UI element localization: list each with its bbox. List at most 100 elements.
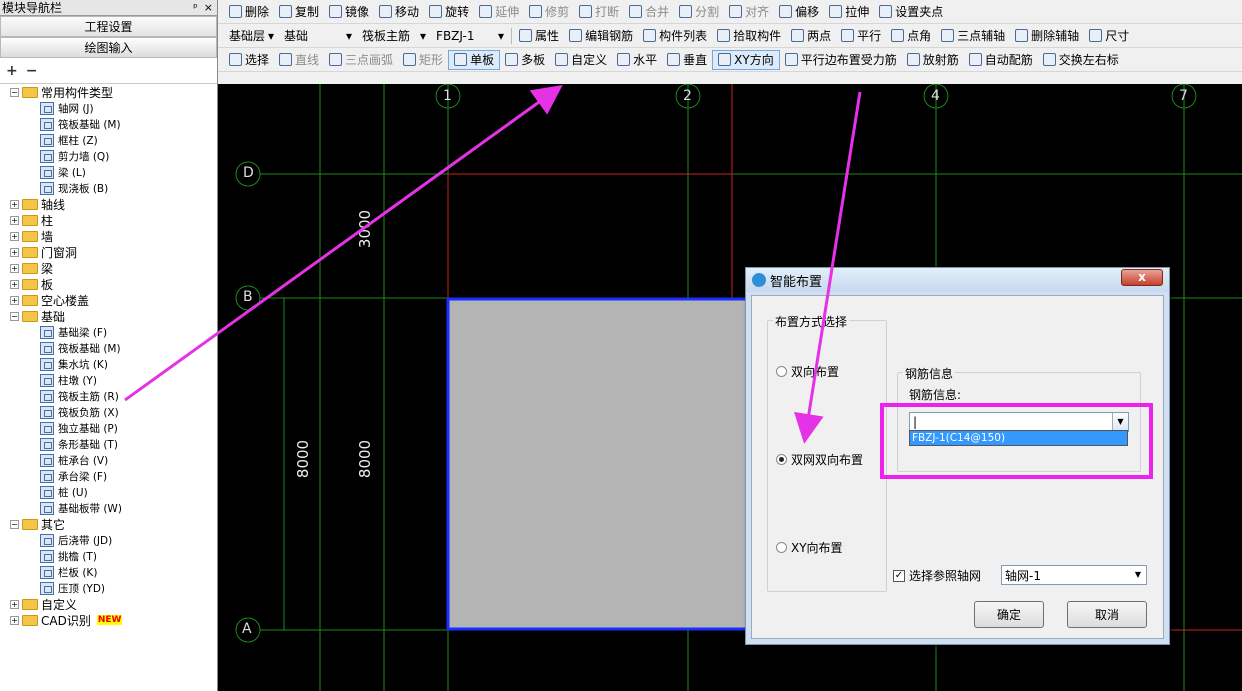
toolbar-button[interactable]: XY方向 <box>712 49 780 70</box>
toolbar-button[interactable]: 矩形 <box>398 50 448 70</box>
toolbar-button[interactable]: 构件列表 <box>638 26 712 46</box>
toolbar-button[interactable]: 三点画弧 <box>324 50 398 70</box>
tree-item[interactable]: 条形基础 (T) <box>0 436 217 452</box>
tree-item[interactable]: 桩承台 (V) <box>0 452 217 468</box>
tree-item[interactable]: 栏板 (K) <box>0 564 217 580</box>
toolbar-button[interactable]: 延伸 <box>474 2 524 22</box>
toolbar-button[interactable]: 放射筋 <box>902 50 964 70</box>
collapse-icon[interactable]: − <box>10 311 19 321</box>
tree-item[interactable]: 基础板带 (W) <box>0 500 217 516</box>
toolbar-button[interactable]: 多板 <box>500 50 550 70</box>
tab-project-settings[interactable]: 工程设置 <box>0 16 217 37</box>
tree-folder[interactable]: + 板 <box>0 276 217 292</box>
toolbar-button[interactable]: 三点辅轴 <box>936 26 1010 46</box>
radio-bidirectional[interactable]: 双向布置 <box>776 363 839 380</box>
toolbar-button[interactable]: 复制 <box>274 2 324 22</box>
tree-item[interactable]: 独立基础 (P) <box>0 420 217 436</box>
toolbar-button[interactable]: 拾取构件 <box>712 26 786 46</box>
tree-item[interactable]: 集水坑 (K) <box>0 356 217 372</box>
toolbar-button[interactable]: 移动 <box>374 2 424 22</box>
radio-dual-circle[interactable] <box>776 454 787 465</box>
tree-folder[interactable]: − 其它 <box>0 516 217 532</box>
expand-icon[interactable]: + <box>10 263 19 273</box>
radio-xy[interactable]: XY向布置 <box>776 539 843 556</box>
type-select[interactable]: 筏板主筋 ▾ <box>357 26 431 46</box>
toolbar-button[interactable]: 直线 <box>274 50 324 70</box>
close-icon[interactable]: × <box>204 1 213 14</box>
radio-xy-circle[interactable] <box>776 542 787 553</box>
expand-icon[interactable]: + <box>10 215 19 225</box>
expand-icon[interactable]: + <box>10 231 19 241</box>
tree-folder[interactable]: + 门窗洞 <box>0 244 217 260</box>
toolbar-button[interactable]: 尺寸 <box>1084 26 1134 46</box>
dialog-close-button[interactable]: x <box>1121 269 1163 286</box>
expand-icon[interactable]: + <box>10 279 19 289</box>
expand-icon[interactable]: + <box>10 247 19 257</box>
toolbar-button[interactable]: 合并 <box>624 2 674 22</box>
toolbar-button[interactable]: 拉伸 <box>824 2 874 22</box>
tree-folder[interactable]: + 柱 <box>0 212 217 228</box>
toolbar-button[interactable]: 单板 <box>448 49 501 70</box>
expand-icon[interactable]: + <box>10 295 19 305</box>
tree-item[interactable]: 筏板负筋 (X) <box>0 404 217 420</box>
cancel-button[interactable]: 取消 <box>1067 601 1147 628</box>
toolbar-button[interactable]: 垂直 <box>662 50 712 70</box>
toolbar-button[interactable]: 偏移 <box>774 2 824 22</box>
tree-item[interactable]: 现浇板 (B) <box>0 180 217 196</box>
expand-icon[interactable]: + <box>10 199 19 209</box>
toolbar-button[interactable]: 属性 <box>514 26 564 46</box>
toolbar-button[interactable]: 点角 <box>886 26 936 46</box>
tree-item[interactable]: 筏板主筋 (R) <box>0 388 217 404</box>
tree-folder[interactable]: + CAD识别 NEW <box>0 612 217 628</box>
tree-item[interactable]: 框柱 (Z) <box>0 132 217 148</box>
tree-item[interactable]: 剪力墙 (Q) <box>0 148 217 164</box>
floor-select[interactable]: 基础层 ▾ <box>224 26 279 46</box>
ok-button[interactable]: 确定 <box>974 601 1044 628</box>
toolbar-button[interactable]: 自动配筋 <box>964 50 1038 70</box>
tree-item[interactable]: 桩 (U) <box>0 484 217 500</box>
tree-item[interactable]: 梁 (L) <box>0 164 217 180</box>
toolbar-button[interactable]: 水平 <box>612 50 662 70</box>
collapse-all-icon[interactable]: − <box>26 63 38 79</box>
tree-folder[interactable]: − 基础 <box>0 308 217 324</box>
pin-icon[interactable]: ᵖ <box>193 1 198 14</box>
tree-item[interactable]: 承台梁 (F) <box>0 468 217 484</box>
tree-item[interactable]: 后浇带 (JD) <box>0 532 217 548</box>
toolbar-button[interactable]: 编辑钢筋 <box>564 26 638 46</box>
radio-dual-bidirectional[interactable]: 双网双向布置 <box>776 451 863 468</box>
ref-grid-select[interactable]: 轴网-1 ▼ <box>1001 565 1147 585</box>
expand-all-icon[interactable]: + <box>6 63 18 79</box>
tree-item[interactable]: 压顶 (YD) <box>0 580 217 596</box>
tree-folder[interactable]: + 空心楼盖 <box>0 292 217 308</box>
toolbar-button[interactable]: 平行 <box>836 26 886 46</box>
tree-item[interactable]: 挑檐 (T) <box>0 548 217 564</box>
tree-item[interactable]: 基础梁 (F) <box>0 324 217 340</box>
tab-drawing-input[interactable]: 绘图输入 <box>0 37 217 58</box>
toolbar-button[interactable]: 删除 <box>224 2 274 22</box>
tree-folder[interactable]: + 自定义 <box>0 596 217 612</box>
toolbar-button[interactable]: 分割 <box>674 2 724 22</box>
toolbar-button[interactable]: 设置夹点 <box>874 2 948 22</box>
toolbar-button[interactable]: 镜像 <box>324 2 374 22</box>
expand-icon[interactable]: + <box>10 599 19 609</box>
radio-bidir-circle[interactable] <box>776 366 787 377</box>
collapse-icon[interactable]: − <box>10 87 19 97</box>
chevron-down-icon[interactable]: ▼ <box>1130 566 1146 584</box>
checkbox-checked-icon[interactable]: ✓ <box>893 569 905 582</box>
tree-folder[interactable]: + 梁 <box>0 260 217 276</box>
toolbar-button[interactable]: 选择 <box>224 50 274 70</box>
category-select[interactable]: 基础 ▾ <box>279 26 357 46</box>
toolbar-button[interactable]: 旋转 <box>424 2 474 22</box>
tree-folder[interactable]: + 轴线 <box>0 196 217 212</box>
tree-item[interactable]: 轴网 (J) <box>0 100 217 116</box>
toolbar-button[interactable]: 打断 <box>574 2 624 22</box>
tree-item[interactable]: 筏板基础 (M) <box>0 340 217 356</box>
collapse-icon[interactable]: − <box>10 519 19 529</box>
ref-grid-checkbox[interactable]: ✓ 选择参照轴网 <box>893 567 981 584</box>
tree-folder[interactable]: + 墙 <box>0 228 217 244</box>
toolbar-button[interactable]: 对齐 <box>724 2 774 22</box>
toolbar-button[interactable]: 修剪 <box>524 2 574 22</box>
tree-item[interactable]: 柱墩 (Y) <box>0 372 217 388</box>
tree-folder[interactable]: − 常用构件类型 <box>0 84 217 100</box>
tree-item[interactable]: 筏板基础 (M) <box>0 116 217 132</box>
